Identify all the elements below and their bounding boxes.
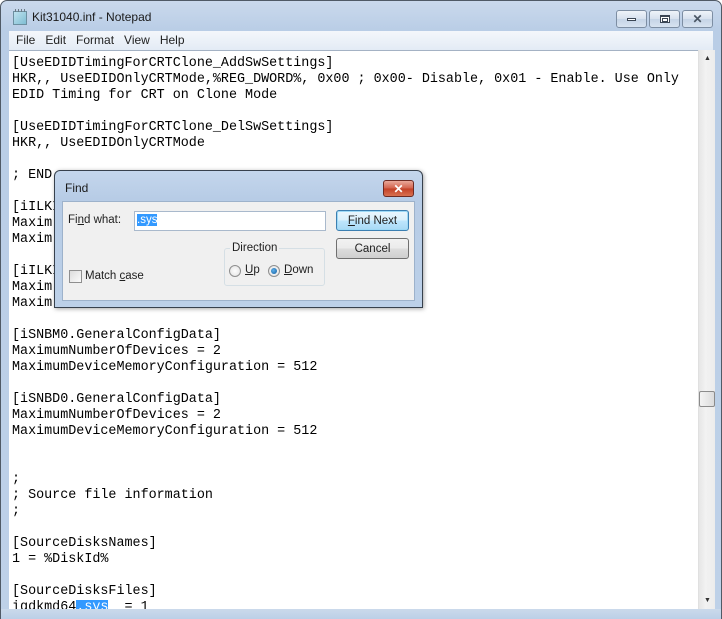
match-case-checkbox[interactable] xyxy=(69,270,82,283)
text-line xyxy=(12,568,679,584)
text-line: [UseEDIDTimingForCRTClone_DelSwSettings] xyxy=(12,120,334,135)
menu-bar: File Edit Format View Help xyxy=(9,31,713,50)
minimize-icon xyxy=(627,17,636,21)
selected-text: .sys xyxy=(76,600,109,609)
maximize-icon xyxy=(659,15,670,23)
text-line xyxy=(12,456,679,472)
minimize-button[interactable] xyxy=(616,10,647,28)
close-icon: ✕ xyxy=(692,12,703,26)
find-what-label: Find what: xyxy=(68,214,122,226)
text-line: [SourceDisksNames] xyxy=(12,536,157,551)
text-line xyxy=(12,520,679,536)
find-dialog-title: Find xyxy=(65,181,89,195)
text-line: HKR,, UseEDIDOnlyCRTMode,%REG_DWORD%, 0x… xyxy=(12,72,679,87)
text-line: HKR,, UseEDIDOnlyCRTMode xyxy=(12,136,205,151)
direction-up-radio[interactable] xyxy=(229,265,241,277)
maximize-button[interactable] xyxy=(649,10,680,28)
find-dialog: Find ✕ Find what: .sys Find Next Cancel … xyxy=(54,170,423,308)
find-dialog-close-button[interactable]: ✕ xyxy=(383,180,414,197)
menu-file[interactable]: File xyxy=(11,31,40,50)
direction-up-label[interactable]: Up xyxy=(245,264,260,276)
text-line: MaximumNumberOfDevices = 2 xyxy=(12,344,221,359)
text-line: EDID Timing for CRT on Clone Mode xyxy=(12,88,278,103)
title-bar[interactable]: Kit31040.inf - Notepad ✕ xyxy=(1,1,721,31)
direction-down-radio[interactable] xyxy=(268,265,280,277)
match-case-label[interactable]: Match case xyxy=(85,270,144,282)
notepad-icon xyxy=(13,9,27,25)
editor-content[interactable]: [UseEDIDTimingForCRTClone_AddSwSettings]… xyxy=(12,56,679,609)
direction-down-label[interactable]: Down xyxy=(284,264,313,276)
text-line xyxy=(12,152,679,168)
text-line: MaximumDeviceMemoryConfiguration = 512 xyxy=(12,360,318,375)
text-line: 1 = %DiskId% xyxy=(12,552,109,567)
menu-help[interactable]: Help xyxy=(155,31,190,50)
text-line: ; Source file information xyxy=(12,488,213,503)
text-line: ; xyxy=(12,504,21,519)
menu-format[interactable]: Format xyxy=(71,31,119,50)
arrow-up-icon: ▲ xyxy=(704,55,711,62)
direction-label: Direction xyxy=(230,242,280,254)
text-line xyxy=(12,376,679,392)
window-bottom-frame xyxy=(1,609,721,619)
scroll-up-button[interactable]: ▲ xyxy=(699,50,716,67)
menu-view[interactable]: View xyxy=(119,31,155,50)
text-line: MaximumDeviceMemoryConfiguration = 512 xyxy=(12,424,318,439)
text-segment: = 1 xyxy=(108,600,149,609)
menu-edit[interactable]: Edit xyxy=(40,31,71,50)
text-line: igdkmd64.sys = 1 xyxy=(12,600,679,609)
text-line: [iSNBM0.GeneralConfigData] xyxy=(12,328,221,343)
notepad-window: Kit31040.inf - Notepad ✕ File Edit Forma… xyxy=(0,0,722,619)
find-next-button[interactable]: Find Next xyxy=(336,210,409,231)
find-dialog-body: Find what: .sys Find Next Cancel Directi… xyxy=(62,201,415,301)
arrow-down-icon: ▼ xyxy=(704,597,711,604)
find-what-value: .sys xyxy=(137,214,158,226)
text-line: [SourceDisksFiles] xyxy=(12,584,157,599)
close-button[interactable]: ✕ xyxy=(682,10,713,28)
text-line: [UseEDIDTimingForCRTClone_AddSwSettings] xyxy=(12,56,334,71)
close-icon: ✕ xyxy=(393,181,404,196)
find-what-input[interactable]: .sys xyxy=(134,211,326,231)
text-editor[interactable]: [UseEDIDTimingForCRTClone_AddSwSettings]… xyxy=(9,50,698,609)
text-line xyxy=(12,104,679,120)
text-line: [iSNBD0.GeneralConfigData] xyxy=(12,392,221,407)
vertical-scrollbar[interactable]: ▲ ▼ xyxy=(698,50,715,609)
text-line: ; xyxy=(12,472,21,487)
text-segment: igdkmd64 xyxy=(12,600,77,609)
scroll-down-button[interactable]: ▼ xyxy=(699,592,716,609)
window-title: Kit31040.inf - Notepad xyxy=(32,10,152,24)
scroll-thumb[interactable] xyxy=(699,391,715,407)
text-line xyxy=(12,312,679,328)
text-line xyxy=(12,440,679,456)
cancel-button[interactable]: Cancel xyxy=(336,238,409,259)
text-line: MaximumNumberOfDevices = 2 xyxy=(12,408,221,423)
